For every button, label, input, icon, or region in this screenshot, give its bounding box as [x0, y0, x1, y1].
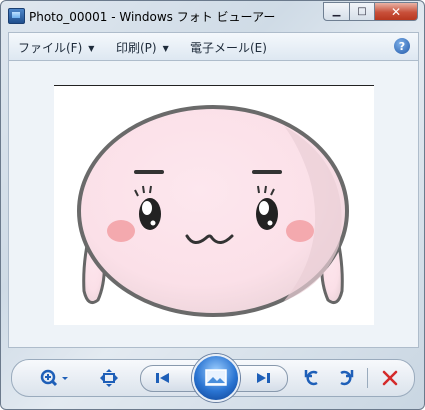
previous-icon [156, 373, 169, 383]
right-cheek [286, 220, 314, 242]
menu-file-label: ファイル(F) [18, 41, 83, 55]
close-button[interactable]: ✕ [375, 2, 418, 21]
previous-button[interactable] [153, 369, 173, 387]
menu-bar: ファイル(F) ▼ 印刷(P) ▼ 電子メール(E) ? [8, 32, 419, 61]
close-icon: ✕ [390, 4, 402, 19]
right-eyebrow [252, 170, 282, 174]
rotate-right-icon [340, 370, 354, 386]
left-eyebrow [134, 170, 164, 174]
next-icon [257, 373, 270, 383]
chevron-down-icon: ▼ [88, 44, 95, 53]
slideshow-icon [205, 369, 227, 386]
character-illustration [77, 105, 349, 317]
caption-buttons: ▁ □ ✕ [323, 2, 418, 21]
window-title: Photo_00001 - Windows フォト ビューアー [29, 10, 276, 24]
photo-image [54, 85, 374, 325]
maximize-icon: □ [357, 6, 367, 17]
fit-to-window-button[interactable] [98, 368, 120, 388]
image-viewport[interactable] [8, 60, 419, 348]
left-cheek [107, 220, 135, 242]
minimize-icon: ▁ [332, 6, 341, 17]
toolbar-divider [367, 368, 368, 388]
next-button[interactable] [253, 369, 273, 387]
slideshow-button[interactable] [192, 354, 240, 402]
zoom-button[interactable] [38, 368, 72, 388]
rotate-left-button[interactable] [302, 367, 324, 389]
menu-file[interactable]: ファイル(F) ▼ [18, 39, 94, 56]
rotate-right-button[interactable] [334, 367, 356, 389]
menu-email[interactable]: 電子メール(E) [190, 39, 267, 56]
delete-icon [382, 370, 398, 386]
maximize-button[interactable]: □ [350, 2, 375, 21]
minimize-button[interactable]: ▁ [323, 2, 350, 21]
zoom-icon [40, 369, 68, 387]
photo-viewer-window: Photo_00001 - Windows フォト ビューアー ▁ □ ✕ ファ… [0, 0, 425, 410]
chevron-down-icon: ▼ [162, 44, 169, 53]
fit-window-icon [100, 369, 118, 387]
menu-email-label: 電子メール(E) [190, 41, 267, 55]
help-icon[interactable]: ? [394, 38, 410, 54]
menu-print[interactable]: 印刷(P) ▼ [116, 39, 169, 56]
menu-print-label: 印刷(P) [116, 41, 157, 55]
delete-button[interactable] [379, 367, 401, 389]
bottom-toolbar [11, 354, 415, 402]
app-icon [8, 8, 25, 24]
title-bar[interactable]: Photo_00001 - Windows フォト ビューアー ▁ □ ✕ [1, 1, 424, 31]
rotate-left-icon [304, 370, 318, 386]
